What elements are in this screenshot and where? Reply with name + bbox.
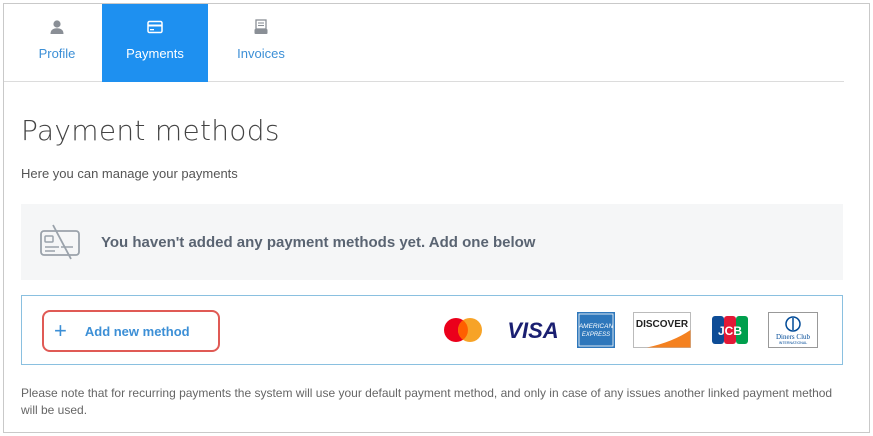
amex-icon: AMERICAN EXPRESS — [576, 312, 616, 348]
diners-line2: INTERNATIONAL — [779, 341, 808, 345]
card-disabled-icon — [39, 223, 83, 261]
discover-label: DISCOVER — [636, 319, 689, 330]
card-brand-logos: VISA AMERICAN EXPRESS DISCOVER JCB Diner… — [440, 310, 818, 350]
amex-line1: AMERICAN — [578, 323, 614, 330]
diners-line1: Diners Club — [776, 333, 811, 341]
invoice-icon — [252, 18, 270, 36]
amex-line2: EXPRESS — [582, 332, 610, 338]
diners-club-icon: Diners Club INTERNATIONAL — [768, 312, 818, 348]
add-method-panel: + Add new method VISA AMERICAN EXPRESS D… — [21, 295, 843, 365]
tab-profile[interactable]: Profile — [4, 4, 110, 82]
tab-bar: Profile Payments Invoices — [4, 4, 844, 82]
discover-icon: DISCOVER — [632, 312, 692, 348]
jcb-icon: JCB — [712, 316, 748, 344]
tab-label: Invoices — [237, 46, 285, 61]
visa-icon: VISA — [496, 318, 570, 342]
mastercard-icon — [440, 316, 486, 344]
card-icon — [146, 18, 164, 36]
tab-label: Profile — [38, 46, 76, 61]
tab-label: Payments — [126, 46, 184, 61]
jcb-label: JCB — [718, 324, 742, 338]
page-title: Payment methods — [21, 114, 280, 147]
tab-payments[interactable]: Payments — [102, 4, 208, 82]
add-new-method-button[interactable]: + Add new method — [42, 310, 220, 352]
account-panel: Profile Payments Invoices Payment method… — [3, 3, 870, 433]
plus-icon: + — [54, 318, 67, 343]
tab-invoices[interactable]: Invoices — [208, 4, 314, 82]
empty-state-message: You haven't added any payment methods ye… — [101, 233, 536, 251]
user-icon — [48, 18, 66, 36]
visa-label: VISA — [507, 318, 558, 342]
recurring-payments-note: Please note that for recurring payments … — [21, 386, 833, 417]
page-subtitle: Here you can manage your payments — [21, 166, 238, 181]
add-method-label: Add new method — [84, 323, 190, 339]
empty-state-banner: You haven't added any payment methods ye… — [21, 204, 843, 280]
